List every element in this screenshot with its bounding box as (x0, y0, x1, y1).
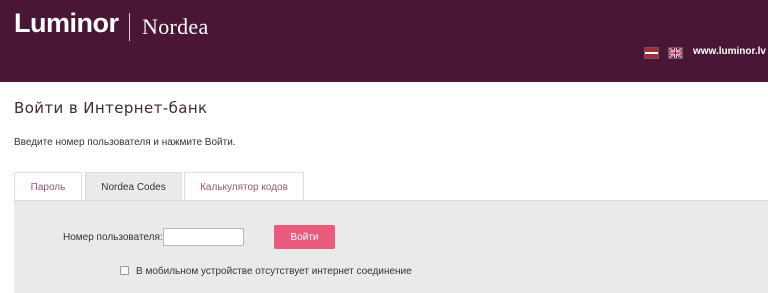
instruction-text: Введите номер пользователя и нажмите Вой… (14, 137, 236, 148)
page-title: Войти в Интернет-банк (14, 99, 208, 117)
username-label: Номер пользователя: (63, 232, 163, 243)
uk-flag-icon[interactable] (669, 48, 682, 58)
header-bar: Luminor Nordea www.luminor.lv (0, 0, 768, 82)
tab-code-calculator[interactable]: Калькулятор кодов (184, 172, 304, 201)
offline-checkbox-label: В мобильном устройстве отсутствует интер… (136, 266, 412, 277)
offline-checkbox[interactable] (120, 266, 129, 275)
nordea-logo: Nordea (142, 14, 209, 39)
tab-password[interactable]: Пароль (14, 172, 82, 201)
tab-nordea-codes[interactable]: Nordea Codes (85, 172, 182, 201)
latvia-flag-icon[interactable] (645, 48, 658, 58)
username-input[interactable] (163, 228, 244, 246)
site-link[interactable]: www.luminor.lv (693, 46, 766, 57)
luminor-logo[interactable]: Luminor (14, 8, 119, 39)
login-panel (14, 200, 768, 293)
logo-divider (129, 13, 130, 41)
login-button[interactable]: Войти (274, 225, 335, 249)
